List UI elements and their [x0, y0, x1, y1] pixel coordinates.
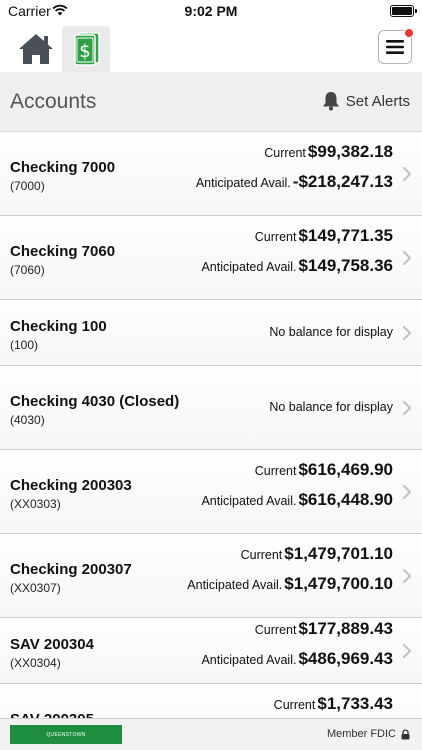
set-alerts-label: Set Alerts	[345, 92, 410, 110]
hamburger-menu-icon	[386, 40, 404, 54]
current-balance: Current $99,382.18	[264, 142, 393, 162]
current-amount: $149,771.35	[298, 226, 393, 245]
chevron-right-icon	[401, 400, 413, 416]
footer: QUEENSTOWN Member FDIC	[0, 718, 422, 750]
current-balance: Current $616,469.90	[255, 460, 393, 480]
current-balance: Current $1,733.43	[274, 694, 393, 714]
account-name: Checking 7060	[10, 243, 116, 260]
chevron-right-icon	[401, 643, 413, 659]
chevron-right-icon	[401, 568, 413, 584]
current-amount: $99,382.18	[307, 142, 393, 161]
chevron-right-icon	[401, 250, 413, 266]
bell-icon	[322, 92, 339, 111]
money-icon: $	[74, 32, 100, 66]
bank-logo: QUEENSTOWN	[10, 725, 122, 744]
anticipated-balance: Anticipated Avail. $486,969.43	[201, 649, 393, 669]
tab-accounts[interactable]: $	[62, 26, 110, 72]
anticipated-balance: Anticipated Avail. $616,448.90	[201, 490, 393, 510]
anticipated-label: Anticipated Avail.	[201, 494, 297, 508]
current-label: Current	[254, 230, 297, 244]
anticipated-label: Anticipated Avail.	[201, 260, 297, 274]
chevron-right-icon	[401, 484, 413, 500]
set-alerts-button[interactable]: Set Alerts	[322, 91, 410, 111]
account-row[interactable]: Checking 100 (100) No balance for display	[0, 300, 422, 366]
top-nav: $	[0, 24, 422, 72]
menu-button[interactable]	[378, 28, 414, 64]
battery-icon	[390, 5, 417, 17]
current-balance: Current $177,889.43	[255, 619, 393, 639]
current-amount: $1,733.43	[317, 694, 393, 713]
account-number: (7060)	[10, 263, 45, 277]
account-row[interactable]: Checking 7000 (7000) Current $99,382.18 Anti…	[0, 132, 422, 216]
anticipated-balance: Anticipated Avail. -$218,247.13	[196, 172, 393, 192]
fdic-label: Member FDIC	[326, 728, 396, 740]
current-label: Current	[273, 698, 316, 712]
page-title: Accounts	[10, 90, 97, 113]
account-number: (4030)	[10, 413, 45, 427]
current-label: Current	[264, 146, 306, 160]
anticipated-amount: $1,479,700.10	[284, 574, 393, 593]
current-label: Current	[254, 464, 297, 478]
account-number: (XX0304)	[10, 656, 61, 670]
account-number: (XX0303)	[10, 497, 61, 511]
current-amount: $1,479,701.10	[284, 544, 393, 563]
account-row[interactable]: Checking 200303 (XX0303) Current $616,469.9…	[0, 450, 422, 534]
no-balance-label: No balance for display	[269, 325, 393, 339]
current-label: Current	[240, 548, 283, 562]
anticipated-label: Anticipated Avail.	[201, 653, 297, 667]
anticipated-label: Anticipated Avail.	[195, 176, 291, 190]
anticipated-balance: Anticipated Avail. $149,758.36	[201, 256, 393, 276]
account-name: SAV 200304	[10, 636, 94, 653]
current-amount: $177,889.43	[298, 619, 393, 638]
status-bar: Carrier 9:02 PM	[0, 0, 422, 24]
chevron-right-icon	[401, 166, 413, 182]
current-balance: Current $149,771.35	[255, 226, 393, 246]
account-row[interactable]: Checking 4030 (Closed) (4030) No balance f…	[0, 366, 422, 450]
account-name: Checking 4030 (Closed)	[10, 393, 180, 410]
account-name: Checking 200303	[10, 477, 132, 494]
account-list: Checking 7000 (7000) Current $99,382.18 Anti…	[0, 132, 422, 750]
notification-badge	[404, 28, 414, 38]
current-label: Current	[254, 623, 297, 637]
account-name: Checking 100	[10, 318, 107, 335]
anticipated-balance: Anticipated Avail. $1,479,700.10	[187, 574, 393, 594]
lock-icon	[401, 728, 410, 739]
clock: 9:02 PM	[184, 3, 238, 19]
accounts-header: Accounts Set Alerts	[0, 72, 422, 132]
current-balance: Current $1,479,701.10	[241, 544, 393, 564]
account-row[interactable]: Checking 7060 (7060) Current $149,771.35 Ant…	[0, 216, 422, 300]
account-number: (100)	[10, 338, 39, 352]
home-icon	[19, 34, 53, 64]
account-number: (7000)	[10, 179, 45, 193]
fdic-notice: Member FDIC	[327, 728, 410, 740]
anticipated-amount: $486,969.43	[298, 649, 393, 668]
anticipated-label: Anticipated Avail.	[187, 578, 283, 592]
anticipated-amount: -$218,247.13	[292, 172, 393, 191]
no-balance-label: No balance for display	[269, 400, 393, 414]
account-name: Checking 7000	[10, 159, 116, 176]
anticipated-amount: $616,448.90	[298, 490, 393, 509]
account-number: (XX0307)	[10, 581, 61, 595]
tab-home[interactable]	[12, 26, 60, 72]
anticipated-amount: $149,758.36	[298, 256, 393, 275]
account-name: Checking 200307	[10, 561, 132, 578]
svg-text:$: $	[79, 41, 90, 62]
current-amount: $616,469.90	[298, 460, 393, 479]
account-row[interactable]: Checking 200307 (XX0307) Current $1,479,701…	[0, 534, 422, 618]
chevron-right-icon	[401, 325, 413, 341]
account-row[interactable]: SAV 200304 (XX0304) Current $177,889.43 Anti…	[0, 618, 422, 684]
